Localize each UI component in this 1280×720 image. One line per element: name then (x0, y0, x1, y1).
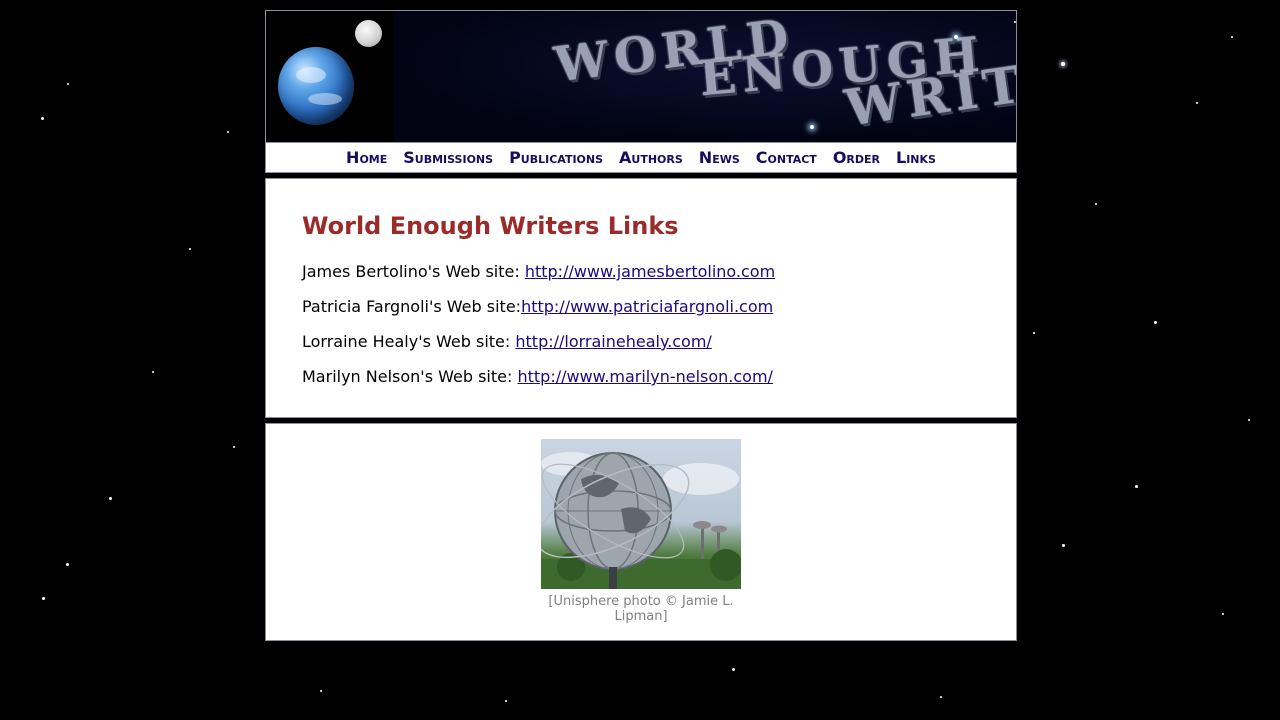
banner-title-image: WORLD ENOUGH WRITERS (394, 11, 1016, 142)
author-link-label: Patricia Fargnoli's Web site: (302, 297, 522, 316)
nav-link-contact[interactable]: Contact (756, 148, 817, 167)
author-link-entry: Marilyn Nelson's Web site: http://www.ma… (302, 367, 773, 386)
banner-star (954, 35, 958, 39)
author-website-link[interactable]: http://lorrainehealy.com/ (515, 332, 711, 351)
nav-link-authors[interactable]: Authors (619, 148, 683, 167)
nav-link-publications[interactable]: Publications (509, 148, 603, 167)
nav-link-order[interactable]: Order (833, 148, 880, 167)
main-navigation: Home Submissions Publications Authors Ne… (265, 142, 1017, 173)
earth-image (278, 47, 354, 125)
moon-image (355, 20, 382, 47)
banner-star (810, 125, 814, 129)
nav-menu: Home Submissions Publications Authors Ne… (346, 148, 936, 167)
author-link-entry: James Bertolino's Web site: http://www.j… (302, 262, 775, 281)
author-website-link[interactable]: http://www.marilyn-nelson.com/ (517, 367, 772, 386)
author-link-label: James Bertolino's Web site: (302, 262, 525, 281)
nav-link-submissions[interactable]: Submissions (403, 148, 493, 167)
nav-link-news[interactable]: News (699, 148, 740, 167)
author-link-entry: Patricia Fargnoli's Web site:http://www.… (302, 297, 773, 316)
author-website-link[interactable]: http://www.jamesbertolino.com (525, 262, 775, 281)
nav-link-home[interactable]: Home (346, 148, 387, 167)
links-content-panel: World Enough Writers Links James Bertoli… (265, 178, 1017, 418)
banner-star (1014, 21, 1016, 23)
nav-link-links[interactable]: Links (896, 148, 936, 167)
page-title: World Enough Writers Links (302, 212, 679, 240)
author-link-label: Marilyn Nelson's Web site: (302, 367, 518, 386)
photo-caption: [Unisphere photo © Jamie L. Lipman] (548, 594, 734, 624)
author-website-link[interactable]: http://www.patriciafargnoli.com (521, 297, 773, 316)
author-link-label: Lorraine Healy's Web site: (302, 332, 516, 351)
author-link-entry: Lorraine Healy's Web site: http://lorrai… (302, 332, 712, 351)
decorative-star (1061, 62, 1065, 66)
unisphere-photo (541, 439, 741, 589)
banner-planet-area (266, 11, 394, 142)
photo-panel: [Unisphere photo © Jamie L. Lipman] (265, 423, 1017, 641)
site-banner: WORLD ENOUGH WRITERS (265, 10, 1017, 143)
